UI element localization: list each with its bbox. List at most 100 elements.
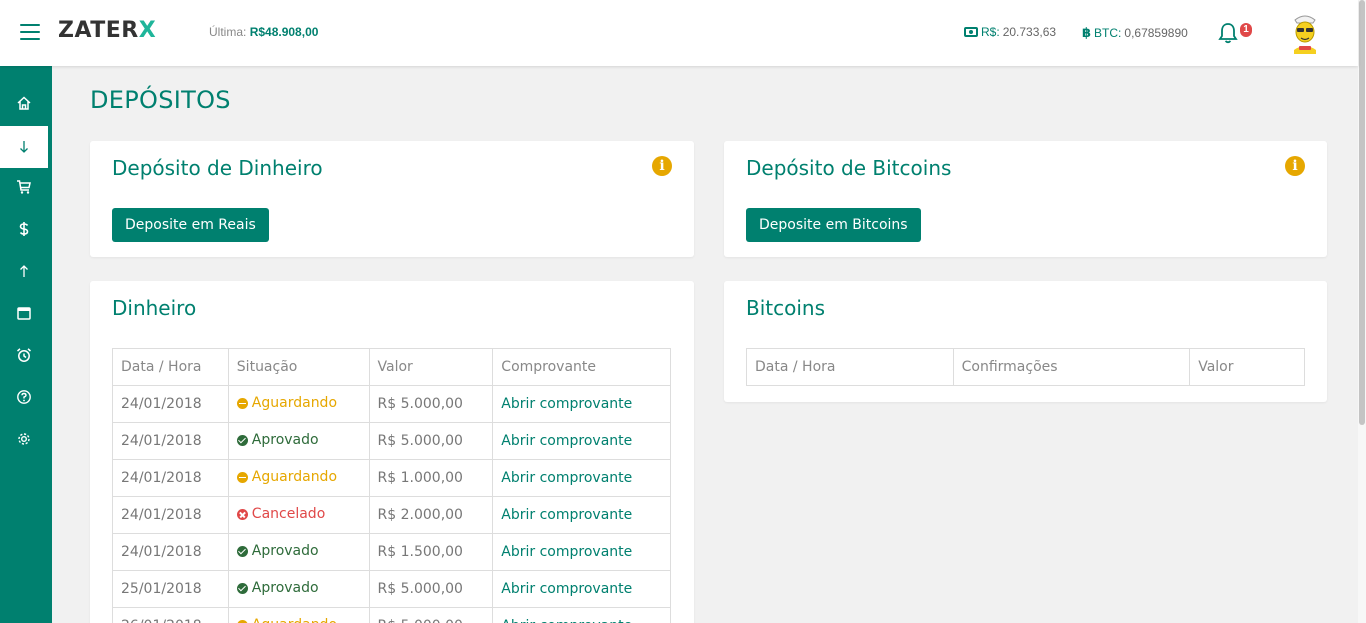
sidebar-item-withdraw[interactable]	[0, 250, 48, 292]
brl-balance: R$: 20.733,63	[964, 25, 1056, 39]
hamburger-menu-icon[interactable]	[20, 24, 40, 40]
status-wait-icon	[236, 397, 248, 409]
column-header: Valor	[368, 348, 494, 386]
sidebar-item-calendar[interactable]	[0, 292, 48, 334]
cell-date: 24/01/2018	[112, 422, 229, 460]
cell-value: R$ 1.000,00	[368, 459, 494, 497]
arrow-up-icon	[20, 265, 28, 277]
status-cancel-icon	[236, 508, 248, 520]
column-header: Comprovante	[492, 348, 671, 386]
last-price: Última: R$48.908,00	[209, 25, 319, 39]
cell-date: 24/01/2018	[112, 496, 229, 534]
sidebar-item-home[interactable]	[0, 82, 48, 124]
cell-value: R$ 1.500,00	[368, 533, 494, 571]
table-row: 26/01/2018 Aguardando R$ 5.000,00Abrir com…	[112, 607, 671, 623]
status-label: Aguardando	[251, 469, 338, 486]
cell-value: R$ 5.000,00	[368, 570, 494, 608]
bitcoin-deposit-title: Depósito de Bitcoins	[746, 156, 952, 180]
bitcoin-history-title: Bitcoins	[746, 296, 826, 320]
bell-icon[interactable]	[1218, 22, 1238, 44]
sidebar	[0, 66, 52, 623]
status-label: Aguardando	[251, 395, 338, 412]
status-ok-icon	[236, 434, 248, 446]
status-label: Cancelado	[251, 506, 326, 523]
sidebar-item-alarm[interactable]	[0, 334, 48, 376]
alarm-icon	[17, 348, 31, 362]
sidebar-item-finance[interactable]	[0, 208, 48, 250]
info-icon[interactable]: i	[1285, 156, 1305, 176]
btc-balance-value: 0,67859890	[1124, 26, 1188, 40]
top-header: ZATERX Última: R$48.908,00 R$: 20.733,63…	[0, 0, 1358, 66]
info-icon[interactable]: i	[652, 156, 672, 176]
calendar-icon	[17, 307, 31, 320]
money-history-title: Dinheiro	[112, 296, 197, 320]
cell-status: Aprovado	[227, 533, 370, 571]
scrollbar-thumb[interactable]	[1359, 0, 1365, 425]
status-ok-icon	[236, 582, 248, 594]
table-row: 24/01/2018 Aguardando R$ 5.000,00 Abrir com…	[112, 385, 671, 423]
cell-status: Cancelado	[227, 496, 370, 534]
column-header: Valor	[1189, 348, 1305, 386]
status-label: Aprovado	[251, 432, 319, 449]
status-wait-icon	[236, 471, 248, 483]
brl-balance-value: 20.733,63	[1002, 25, 1057, 39]
open-receipt-link[interactable]: Abrir comprovante	[492, 459, 671, 497]
deposit-bitcoins-button[interactable]: Deposite em Bitcoins	[746, 208, 921, 242]
bitcoin-icon: ฿	[1082, 25, 1092, 40]
bitcoin-history-card: Bitcoins Data / Hora Confirmações Valor	[724, 281, 1327, 402]
status-label: Aprovado	[251, 543, 319, 560]
notification-badge: 1	[1240, 23, 1252, 37]
cell-status: Aguardando	[227, 607, 370, 623]
status-ok-icon	[236, 545, 248, 557]
table-row: 25/01/2018 Aprovado R$ 5.000,00 Abrir compr…	[112, 570, 671, 608]
cell-status: Aprovado	[227, 422, 370, 460]
cell-date: 26/01/2018	[112, 607, 229, 623]
bitcoin-deposit-card: Depósito de Bitcoins i Deposite em Bitco…	[724, 141, 1327, 257]
column-header: Data / Hora	[746, 348, 954, 386]
cell-status: Aguardando	[227, 459, 370, 497]
table-row: 24/01/2018 Aguardando R$ 1.000,00 Abrir com…	[112, 459, 671, 497]
open-receipt-link[interactable]: Abrir comprovante	[492, 385, 671, 423]
cell-date: 24/01/2018	[112, 459, 229, 497]
bitcoin-history-table: Data / Hora Confirmações Valor	[746, 348, 1305, 386]
open-receipt-link[interactable]: Abrir comprovante	[492, 533, 671, 571]
cart-icon	[17, 180, 31, 194]
money-history-table: Data / Hora Situação Valor Comprovante 2…	[112, 348, 671, 623]
gear-icon	[18, 433, 30, 445]
sidebar-item-shop[interactable]	[0, 166, 48, 208]
money-history-card: Dinheiro Data / Hora Situação Valor Comp…	[90, 281, 694, 623]
cell-date: 24/01/2018	[112, 385, 229, 423]
open-receipt-link[interactable]: Abrir comprovante	[492, 607, 671, 623]
sidebar-item-settings[interactable]	[0, 418, 48, 460]
money-deposit-title: Depósito de Dinheiro	[112, 156, 323, 180]
column-header: Situação	[227, 348, 370, 386]
cell-status: Aprovado	[227, 570, 370, 608]
sidebar-item-help[interactable]	[0, 376, 48, 418]
status-label: Aguardando	[252, 617, 337, 623]
table-row: 24/01/2018 Cancelado R$ 2.000,00 Abrir comp…	[112, 496, 671, 534]
arrow-down-icon	[20, 141, 28, 153]
page-title: DEPÓSITOS	[90, 86, 231, 114]
open-receipt-link[interactable]: Abrir comprovante	[492, 422, 671, 460]
deposit-reais-button[interactable]: Deposite em Reais	[112, 208, 269, 242]
table-header-row: Data / Hora Confirmações Valor	[746, 348, 1305, 386]
dollar-icon	[19, 222, 29, 236]
open-receipt-link[interactable]: Abrir comprovante	[492, 496, 671, 534]
cell-value: R$ 5.000,00	[368, 422, 494, 460]
money-deposit-card: Depósito de Dinheiro i Deposite em Reais	[90, 141, 694, 257]
logo[interactable]: ZATERX	[58, 18, 156, 43]
cell-date: 24/01/2018	[112, 533, 229, 571]
money-icon	[964, 27, 978, 37]
home-icon	[17, 96, 31, 110]
table-row: 24/01/2018 Aprovado R$ 5.000,00 Abrir compr…	[112, 422, 671, 460]
column-header: Data / Hora	[112, 348, 229, 386]
sidebar-item-deposits[interactable]	[0, 126, 48, 168]
column-header: Confirmações	[952, 348, 1191, 386]
cell-date: 25/01/2018	[112, 570, 229, 608]
open-receipt-link[interactable]: Abrir comprovante	[492, 570, 671, 608]
table-row: 24/01/2018 Aprovado R$ 1.500,00 Abrir compr…	[112, 533, 671, 571]
btc-balance: ฿ BTC: 0,67859890	[1082, 25, 1188, 40]
avatar[interactable]	[1289, 12, 1321, 54]
last-price-value: R$48.908,00	[249, 25, 319, 39]
cell-status: Aguardando	[227, 385, 370, 423]
